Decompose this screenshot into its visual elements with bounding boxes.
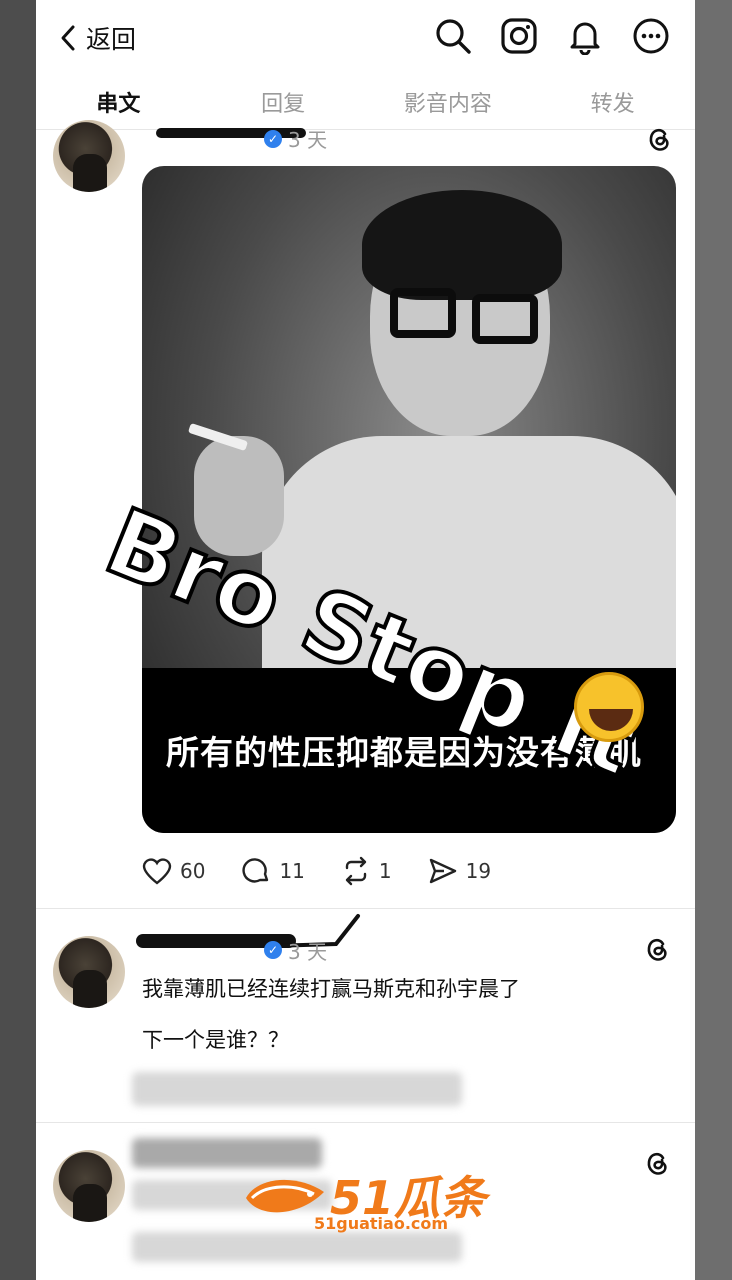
threads-icon <box>647 938 667 961</box>
comment-icon <box>242 858 269 883</box>
repost-count: 1 <box>378 859 392 883</box>
like-count: 60 <box>180 859 206 883</box>
photo-hair-shape <box>362 190 562 300</box>
photo-glasses-left <box>390 288 456 338</box>
threads-icon <box>649 128 669 151</box>
tab-reposts[interactable]: 转发 <box>530 78 695 129</box>
like-button[interactable]: 60 <box>142 857 205 885</box>
share-button[interactable]: 19 <box>428 857 491 885</box>
profile-tabs: 串文 回复 影音内容 转发 <box>36 78 695 130</box>
chevron-left-icon <box>61 25 75 51</box>
left-backdrop <box>0 0 36 1280</box>
send-icon <box>429 858 456 884</box>
post-text-line: 下一个是谁？？ <box>142 1028 289 1052</box>
post-divider <box>36 908 695 909</box>
watermark-logo: 51瓜条 51guatiao.com <box>238 1162 498 1238</box>
comment-button[interactable]: 11 <box>241 856 305 886</box>
tab-replies[interactable]: 回复 <box>201 78 366 129</box>
instagram-icon[interactable] <box>499 16 539 56</box>
search-icon[interactable] <box>433 16 473 56</box>
more-icon[interactable] <box>631 16 671 56</box>
avatar[interactable] <box>53 936 125 1008</box>
back-label: 返回 <box>86 25 137 54</box>
avatar[interactable] <box>53 1150 125 1222</box>
post-divider <box>36 1122 695 1123</box>
avatar[interactable] <box>53 120 125 192</box>
back-button[interactable]: 返回 <box>60 20 136 56</box>
redacted-username <box>156 128 306 138</box>
right-backdrop <box>695 0 732 1280</box>
threads-icon <box>647 1152 667 1175</box>
blurred-actions <box>132 1072 462 1106</box>
share-count: 19 <box>465 859 492 883</box>
bell-icon[interactable] <box>565 16 605 56</box>
top-icons <box>433 16 671 56</box>
post-time: 3 天 <box>288 940 328 964</box>
top-bar: 返回 <box>36 0 695 76</box>
comment-count: 11 <box>279 859 305 883</box>
verified-badge-icon: ✓ <box>264 130 282 148</box>
post-actions: 60 11 1 19 <box>142 856 491 886</box>
watermark-url: 51guatiao.com <box>314 1214 449 1233</box>
repost-icon <box>345 856 367 886</box>
verified-badge-icon: ✓ <box>264 941 282 959</box>
laughing-emoji-icon <box>574 672 644 742</box>
post-time: 3 天 <box>288 128 328 152</box>
photo-glasses-right <box>472 294 538 344</box>
post-text-line: 我靠薄肌已经连续打赢马斯克和孙宇晨了 <box>142 977 520 1001</box>
tab-media[interactable]: 影音内容 <box>366 78 531 129</box>
heart-icon <box>142 858 172 885</box>
threads-profile-screen: 返回 串文 回复 影音内容 转发 ✓ 3 天 所有的性压抑都是因为没有薄肌 Br… <box>36 0 695 1280</box>
repost-button[interactable]: 1 <box>341 856 392 886</box>
tab-threads[interactable]: 串文 <box>36 78 201 129</box>
